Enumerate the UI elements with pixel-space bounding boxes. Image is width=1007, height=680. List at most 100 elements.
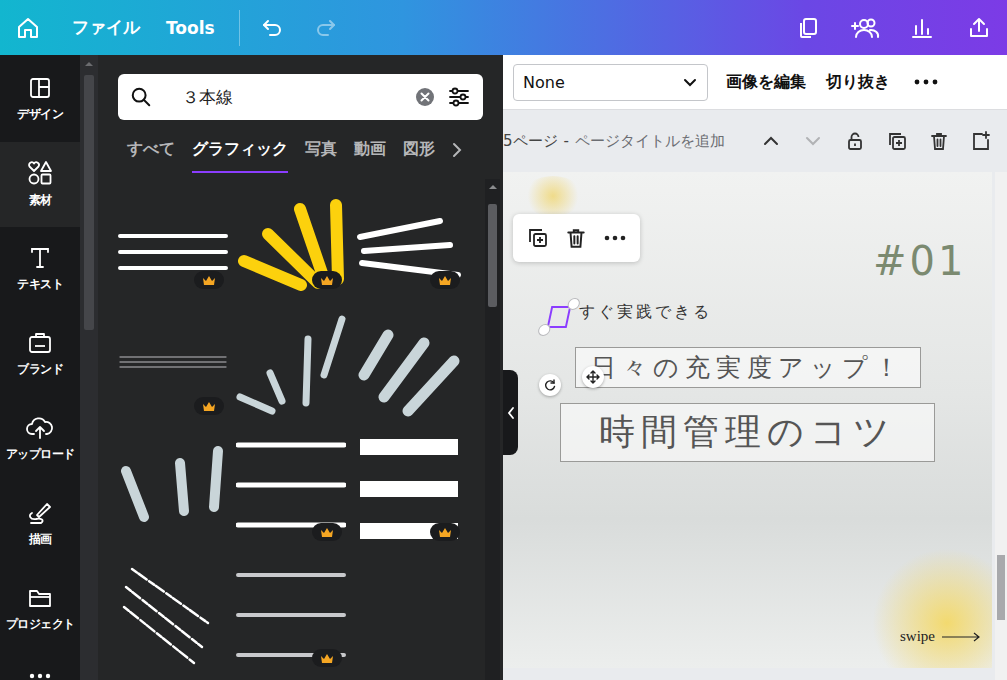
undo-icon (260, 16, 284, 40)
crown-icon (202, 275, 216, 286)
sidebar-item[interactable]: テキスト (0, 227, 80, 312)
page-title[interactable]: 5ページ - ページタイトルを追加 (503, 132, 725, 151)
folder-icon (27, 586, 53, 610)
lock-icon (845, 131, 865, 151)
scroll-thumb[interactable] (84, 75, 94, 330)
cloud-upload-icon (26, 416, 54, 440)
rotate-icon (543, 378, 557, 392)
graphic-result[interactable] (236, 179, 346, 291)
graphic-result[interactable] (118, 557, 228, 669)
graphic-result[interactable] (118, 305, 228, 417)
graphic-result[interactable] (236, 557, 346, 669)
tab[interactable]: 図形 (403, 139, 435, 173)
menu-button[interactable]: Tools (166, 12, 215, 44)
toolbar-button[interactable]: 切り抜き (826, 72, 890, 93)
more-dots-icon (604, 235, 626, 241)
redo-icon (314, 16, 338, 40)
canvas-scrollbar[interactable] (995, 172, 1007, 680)
insights-button[interactable] (904, 10, 940, 46)
tab[interactable]: 写真 (305, 139, 337, 173)
chevron-down-icon (804, 132, 822, 150)
move-page-down-button[interactable] (801, 129, 825, 153)
duplicate-element-button[interactable] (524, 224, 552, 252)
font-dropdown[interactable]: None (513, 64, 708, 101)
more-options-button[interactable] (601, 224, 629, 252)
lock-page-button[interactable] (843, 129, 867, 153)
delete-page-button[interactable] (927, 129, 951, 153)
duplicate-page-button[interactable] (885, 129, 909, 153)
design-subtitle[interactable]: 日々の充実度アップ！ (575, 347, 921, 388)
graphic-result[interactable] (236, 431, 346, 543)
delete-element-button[interactable] (562, 224, 590, 252)
tab[interactable]: グラフィック (192, 139, 288, 173)
more-dots-icon (914, 79, 938, 85)
rotate-handle[interactable] (539, 374, 561, 396)
graphic-thumbnail (118, 431, 228, 543)
design-swipe[interactable]: swipe (900, 628, 981, 645)
add-page-button[interactable] (969, 129, 993, 153)
graphic-thumbnail (118, 557, 228, 669)
tabs-next-button[interactable] (452, 139, 462, 161)
redo-button[interactable] (308, 10, 344, 46)
duplicate-icon (527, 227, 549, 249)
results-scrollbar[interactable] (485, 179, 500, 680)
sidebar-item[interactable]: デザイン (0, 57, 80, 142)
crown-icon (202, 401, 216, 412)
top-bar: ファイル Tools (0, 0, 1007, 55)
graphic-result[interactable] (236, 305, 346, 417)
divider (239, 10, 240, 46)
copy-icon (796, 16, 820, 40)
sidebar-scrollbar[interactable] (80, 55, 98, 680)
tab[interactable]: すべて (127, 139, 175, 173)
paint-splash[interactable] (523, 176, 583, 216)
collapse-panel-button[interactable] (503, 370, 518, 455)
graphic-result[interactable] (118, 179, 228, 291)
graphic-thumbnail (354, 305, 464, 417)
more-apps-button[interactable] (0, 652, 80, 680)
crown-icon (438, 275, 452, 286)
copy-button[interactable] (790, 10, 826, 46)
scroll-thumb[interactable] (997, 555, 1005, 620)
search-value[interactable]: ３本線 (164, 86, 403, 109)
move-handle[interactable] (582, 366, 604, 388)
design-number[interactable]: #01 (873, 238, 966, 284)
clear-search-button[interactable] (415, 87, 435, 107)
undo-button[interactable] (254, 10, 290, 46)
add-people-icon (850, 16, 880, 40)
premium-badge (312, 523, 342, 541)
sidebar-item[interactable]: プロジェクト (0, 567, 80, 652)
filter-button[interactable] (447, 85, 471, 109)
premium-badge (312, 649, 342, 667)
share-people-button[interactable] (847, 10, 883, 46)
tab[interactable]: 動画 (354, 139, 386, 173)
graphic-result[interactable] (354, 305, 464, 417)
design-tagline[interactable]: すぐ実践できる (579, 302, 712, 323)
arrow-right-icon (941, 632, 981, 642)
sidebar-item[interactable]: ブランド (0, 312, 80, 397)
menu-button[interactable]: ファイル (72, 10, 140, 45)
graphic-result[interactable] (118, 431, 228, 543)
crown-icon (320, 275, 334, 286)
graphic-result[interactable] (354, 179, 464, 291)
sidebar: デザイン 素材 テキスト ブランド アップロード 描画 プロジェクト (0, 55, 80, 680)
toolbar-button[interactable]: 画像を編集 (726, 72, 806, 93)
design-title[interactable]: 時間管理のコツ (560, 403, 935, 462)
filter-sliders-icon (447, 85, 471, 109)
scroll-thumb[interactable] (488, 204, 497, 307)
elements-panel: ３本線 すべてグラフィック写真動画図形 (80, 55, 503, 680)
upload-button[interactable] (961, 10, 997, 46)
more-button[interactable] (914, 79, 938, 85)
move-page-up-button[interactable] (759, 129, 783, 153)
result-tabs: すべてグラフィック写真動画図形 (118, 139, 503, 173)
sidebar-item[interactable]: 素材 (0, 142, 80, 227)
graphic-result[interactable] (354, 431, 464, 543)
trash-icon (929, 131, 949, 151)
graphic-thumbnail (236, 305, 346, 417)
page-header: 5ページ - ページタイトルを追加 (503, 110, 1007, 172)
sidebar-item[interactable]: 描画 (0, 482, 80, 567)
design-page[interactable]: #01 すぐ実践できる 日々の充実度アップ！ 時間管理のコツ swipe (503, 172, 992, 668)
search-field[interactable]: ３本線 (118, 74, 483, 120)
sidebar-item[interactable]: アップロード (0, 397, 80, 482)
home-button[interactable] (10, 10, 46, 46)
scroll-up-icon (488, 184, 498, 190)
